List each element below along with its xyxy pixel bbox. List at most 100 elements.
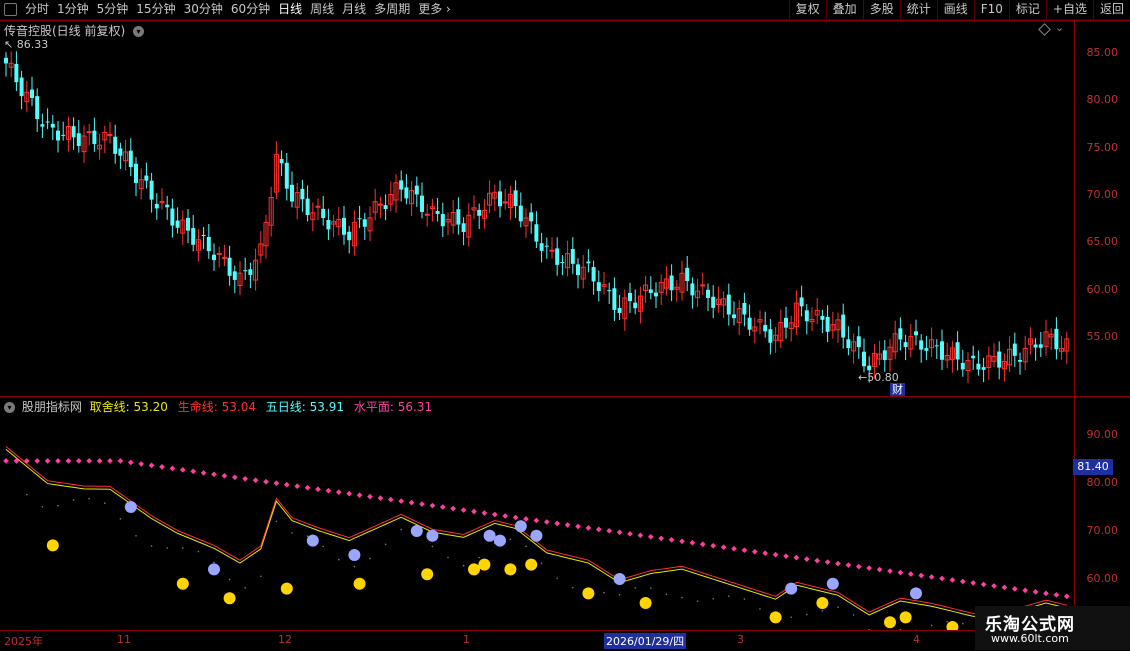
- five-day-dot: [541, 562, 543, 564]
- sad-face-icon: [484, 530, 496, 542]
- water-level-marker: [378, 495, 384, 501]
- multi-stock-button[interactable]: 多股: [863, 0, 900, 19]
- candle-body: [87, 132, 91, 133]
- water-level-marker: [1043, 591, 1049, 597]
- candle-body: [529, 212, 533, 221]
- period-tab-5min[interactable]: 5分钟: [93, 0, 133, 19]
- add-watchlist-button[interactable]: +自选: [1046, 0, 1093, 19]
- five-day-dot: [463, 565, 465, 567]
- five-day-dot: [525, 546, 527, 548]
- water-level-marker: [128, 460, 134, 466]
- sad-face-icon: [426, 530, 438, 542]
- water-level-marker: [76, 458, 82, 464]
- water-level-marker: [814, 558, 820, 564]
- water-level-marker: [544, 519, 550, 525]
- candle-body: [72, 126, 76, 137]
- five-day-dot: [104, 502, 106, 504]
- five-day-dot: [42, 506, 44, 508]
- back-button[interactable]: 返回: [1093, 0, 1130, 19]
- water-level-marker: [502, 513, 508, 519]
- candle-body: [618, 308, 622, 313]
- statistics-button[interactable]: 统计: [900, 0, 937, 19]
- water-level-marker: [346, 491, 352, 497]
- candle-body: [363, 219, 367, 226]
- happy-face-icon: [47, 539, 59, 551]
- water-level-marker: [804, 556, 810, 562]
- five-day-dot: [229, 579, 231, 581]
- five-day-dot: [931, 625, 933, 627]
- five-day-dot: [790, 616, 792, 618]
- sad-face-icon: [411, 525, 423, 537]
- water-level-marker: [586, 525, 592, 531]
- period-tab-timeshare[interactable]: 分时: [21, 0, 53, 19]
- period-tab-weekly[interactable]: 周线: [306, 0, 338, 19]
- water-level-marker: [638, 532, 644, 538]
- water-level-marker: [118, 458, 124, 464]
- overlay-button[interactable]: 叠加: [826, 0, 863, 19]
- period-tab-monthly[interactable]: 月线: [338, 0, 370, 19]
- water-level-marker: [794, 555, 800, 561]
- five-day-dot: [260, 575, 262, 577]
- candle-body: [280, 159, 284, 163]
- candle-body: [108, 135, 112, 136]
- water-level-marker: [835, 561, 841, 567]
- candle-body: [607, 290, 611, 291]
- five-day-dot: [198, 551, 200, 553]
- indicator-chart[interactable]: [0, 397, 1074, 630]
- candle-body: [867, 366, 871, 371]
- water-level-marker: [253, 477, 259, 483]
- candle-body: [384, 205, 388, 209]
- candle-body: [228, 258, 232, 276]
- period-tab-15min[interactable]: 15分钟: [132, 0, 179, 19]
- period-tab-1min[interactable]: 1分钟: [53, 0, 93, 19]
- candle-body: [399, 180, 403, 189]
- water-level-marker: [45, 458, 51, 464]
- period-tab-multi[interactable]: 多周期: [370, 0, 414, 19]
- candle-body: [592, 267, 596, 281]
- sad-face-icon: [515, 520, 527, 532]
- financial-report-badge[interactable]: 财: [890, 383, 905, 396]
- chevron-right-icon: ›: [446, 2, 451, 16]
- water-level-marker: [357, 492, 363, 498]
- period-tab-more[interactable]: 更多 ›: [414, 0, 455, 19]
- candle-body: [862, 352, 866, 366]
- date-label: 12: [278, 633, 292, 646]
- five-day-dot: [369, 558, 371, 560]
- water-level-marker: [596, 527, 602, 533]
- water-level-marker: [898, 570, 904, 576]
- five-day-dot: [666, 593, 668, 595]
- gear-icon[interactable]: [4, 3, 17, 16]
- water-level-marker: [326, 488, 332, 494]
- draw-line-button[interactable]: 画线: [937, 0, 974, 19]
- candle-body: [51, 124, 55, 128]
- candle-body: [904, 342, 908, 347]
- indicator-ytick: 60.00: [1087, 572, 1119, 585]
- period-tab-daily[interactable]: 日线: [274, 0, 306, 19]
- f10-button[interactable]: F10: [974, 0, 1009, 19]
- candle-body: [191, 228, 195, 245]
- date-label: 11: [117, 633, 131, 646]
- candle-body: [456, 209, 460, 224]
- five-day-dot: [182, 547, 184, 549]
- mark-button[interactable]: 标记: [1009, 0, 1046, 19]
- period-tab-30min[interactable]: 30分钟: [180, 0, 227, 19]
- water-level-marker: [554, 521, 560, 527]
- restore-rights-button[interactable]: 复权: [789, 0, 826, 19]
- candle-body: [233, 271, 237, 280]
- candle-body: [35, 96, 39, 119]
- water-level-marker: [336, 489, 342, 495]
- candle-body: [134, 164, 138, 183]
- high-price-value: 86.33: [17, 38, 49, 51]
- period-tab-60min[interactable]: 60分钟: [227, 0, 274, 19]
- candlestick-chart[interactable]: [0, 20, 1074, 397]
- candle-body: [155, 204, 159, 209]
- water-level-marker: [430, 503, 436, 509]
- candle-body: [222, 257, 226, 258]
- water-level-marker: [461, 507, 467, 513]
- happy-face-icon: [640, 597, 652, 609]
- water-level-marker: [523, 516, 529, 522]
- candle-body: [534, 224, 538, 241]
- candle-body: [129, 151, 133, 167]
- five-day-dot: [447, 557, 449, 559]
- water-level-marker: [315, 486, 321, 492]
